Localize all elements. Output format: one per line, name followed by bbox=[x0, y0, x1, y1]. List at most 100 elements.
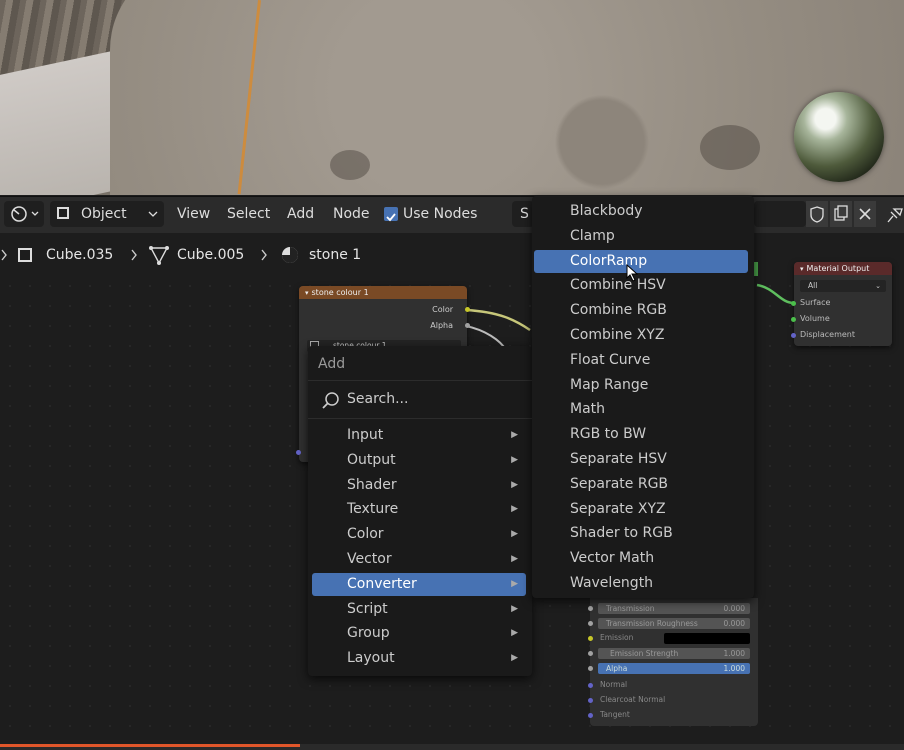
converter-item-float-curve[interactable]: Float Curve bbox=[534, 349, 748, 372]
add-menu-item-converter[interactable]: Converter ▶ bbox=[312, 572, 526, 596]
converter-item-clamp[interactable]: Clamp bbox=[534, 225, 748, 248]
transmission-roughness-field[interactable]: Transmission Roughness 0.000 bbox=[598, 618, 750, 629]
alpha-field[interactable]: Alpha 1.000 bbox=[598, 663, 750, 674]
chevron-right-icon: ▶ bbox=[511, 628, 518, 639]
checkbox-checked-icon bbox=[384, 207, 398, 222]
material-name-field[interactable] bbox=[754, 201, 806, 227]
viewport-stone-spot bbox=[700, 125, 760, 170]
field-label: Emission Strength bbox=[610, 649, 679, 658]
search-icon bbox=[322, 392, 339, 409]
volume-socket[interactable] bbox=[791, 317, 796, 322]
chevron-right-icon bbox=[1, 249, 7, 261]
chevron-right-icon: ▶ bbox=[511, 603, 518, 614]
collapse-icon[interactable]: ▾ bbox=[305, 289, 309, 297]
converter-item-shader-to-rgb[interactable]: Shader to RGB bbox=[534, 522, 748, 545]
emission-color-swatch[interactable] bbox=[664, 633, 750, 644]
add-menu-item-color[interactable]: Color ▶ bbox=[312, 523, 526, 546]
object-mode-dropdown[interactable]: Object bbox=[50, 201, 164, 227]
menu-item-label: Wavelength bbox=[570, 575, 654, 591]
fake-user-button[interactable] bbox=[806, 201, 828, 227]
add-menu-item-script[interactable]: Script ▶ bbox=[312, 598, 526, 621]
slot-dropdown[interactable]: S bbox=[512, 201, 534, 227]
collapse-icon[interactable]: ▾ bbox=[800, 265, 804, 273]
menu-item-label: Texture bbox=[347, 501, 399, 518]
converter-item-combine-rgb[interactable]: Combine RGB bbox=[534, 299, 748, 322]
output-color-socket[interactable] bbox=[465, 307, 470, 312]
alpha-socket[interactable] bbox=[588, 666, 593, 671]
add-menu-item-layout[interactable]: Layout ▶ bbox=[312, 647, 526, 670]
converter-item-separate-xyz[interactable]: Separate XYZ bbox=[534, 498, 748, 521]
emission-socket[interactable] bbox=[588, 636, 593, 641]
menu-item-label: Vector bbox=[347, 551, 392, 567]
add-menu-item-shader[interactable]: Shader ▶ bbox=[312, 474, 526, 497]
converter-item-colorramp[interactable]: ColorRamp bbox=[534, 249, 748, 273]
principled-bsdf-node[interactable]: Transmission 0.000 Transmission Roughness… bbox=[588, 598, 758, 726]
displacement-socket[interactable] bbox=[791, 333, 796, 338]
node-header[interactable]: ▾ Material Output bbox=[794, 262, 892, 275]
menu-node[interactable]: Node bbox=[333, 201, 370, 227]
add-menu-item-texture[interactable]: Texture ▶ bbox=[312, 498, 526, 521]
emission-strength-socket[interactable] bbox=[588, 651, 593, 656]
converter-item-rgb-to-bw[interactable]: RGB to BW bbox=[534, 423, 748, 446]
converter-item-combine-hsv[interactable]: Combine HSV bbox=[534, 274, 748, 297]
menu-add[interactable]: Add bbox=[287, 201, 314, 227]
field-value: 0.000 bbox=[723, 619, 745, 628]
surface-socket[interactable] bbox=[791, 301, 796, 306]
menu-select[interactable]: Select bbox=[227, 201, 270, 227]
menu-item-label: Output bbox=[347, 451, 396, 468]
tangent-label: Tangent bbox=[600, 710, 630, 719]
converter-item-wavelength[interactable]: Wavelength bbox=[534, 572, 748, 595]
node-header[interactable]: ▾ stone colour 1 bbox=[299, 286, 467, 299]
field-label: Transmission Roughness bbox=[606, 619, 698, 628]
editor-type-dropdown[interactable] bbox=[4, 201, 44, 227]
3d-viewport[interactable] bbox=[0, 0, 904, 195]
converter-item-blackbody[interactable]: Blackbody bbox=[534, 200, 748, 223]
converter-item-separate-hsv[interactable]: Separate HSV bbox=[534, 448, 748, 471]
duplicate-material-button[interactable] bbox=[830, 201, 852, 227]
converter-item-separate-rgb[interactable]: Separate RGB bbox=[534, 473, 748, 496]
transmission-socket[interactable] bbox=[588, 606, 593, 611]
node-editor-header: Object View Select Add Node Use Nodes S bbox=[0, 196, 904, 233]
status-bar bbox=[0, 744, 904, 750]
converter-item-combine-xyz[interactable]: Combine XYZ bbox=[534, 324, 748, 347]
chevron-right-icon: ▶ bbox=[511, 454, 518, 465]
transmission-field[interactable]: Transmission 0.000 bbox=[598, 603, 750, 614]
unlink-material-button[interactable] bbox=[854, 201, 876, 227]
menu-item-label: Converter bbox=[347, 575, 417, 592]
chevron-right-icon: ▶ bbox=[511, 578, 518, 589]
normal-socket[interactable] bbox=[588, 683, 593, 688]
material-output-node[interactable]: ▾ Material Output All ⌄ Surface Volume Di… bbox=[791, 262, 892, 346]
menu-divider bbox=[308, 380, 532, 381]
converter-item-vector-math[interactable]: Vector Math bbox=[534, 547, 748, 570]
emission-label: Emission bbox=[600, 633, 634, 642]
target-dropdown[interactable]: All ⌄ bbox=[800, 280, 886, 292]
transmission-roughness-socket[interactable] bbox=[588, 621, 593, 626]
add-menu-item-input[interactable]: Input ▶ bbox=[312, 424, 526, 447]
pin-button[interactable] bbox=[884, 201, 904, 227]
emission-strength-field[interactable]: Emission Strength 1.000 bbox=[598, 648, 750, 659]
add-menu-item-vector[interactable]: Vector ▶ bbox=[312, 548, 526, 571]
converter-item-map-range[interactable]: Map Range bbox=[534, 374, 748, 397]
add-menu-search[interactable]: Search... bbox=[318, 386, 524, 414]
breadcrumb-material: stone 1 bbox=[309, 247, 362, 263]
clearcoat-normal-socket[interactable] bbox=[588, 698, 593, 703]
add-menu-item-output[interactable]: Output ▶ bbox=[312, 449, 526, 472]
output-alpha-socket[interactable] bbox=[465, 323, 470, 328]
converter-item-math[interactable]: Math bbox=[534, 398, 748, 421]
menu-item-label: Blackbody bbox=[570, 203, 643, 219]
vector-input-socket[interactable] bbox=[296, 450, 301, 455]
menu-item-label: Separate HSV bbox=[570, 451, 667, 467]
clearcoat-normal-label: Clearcoat Normal bbox=[600, 695, 666, 704]
mesh-data-icon bbox=[149, 246, 169, 265]
menu-view[interactable]: View bbox=[177, 201, 210, 227]
add-menu-item-group[interactable]: Group ▶ bbox=[312, 622, 526, 645]
displacement-label: Displacement bbox=[800, 330, 855, 339]
menu-item-label: Math bbox=[570, 401, 606, 418]
menu-item-label: Script bbox=[347, 600, 388, 617]
tangent-socket[interactable] bbox=[588, 713, 593, 718]
chevron-right-icon: ▶ bbox=[511, 504, 518, 515]
copy-icon bbox=[834, 205, 848, 221]
field-label: Transmission bbox=[606, 604, 655, 613]
menu-item-label: Group bbox=[347, 625, 390, 642]
node-editor-icon bbox=[11, 206, 39, 222]
